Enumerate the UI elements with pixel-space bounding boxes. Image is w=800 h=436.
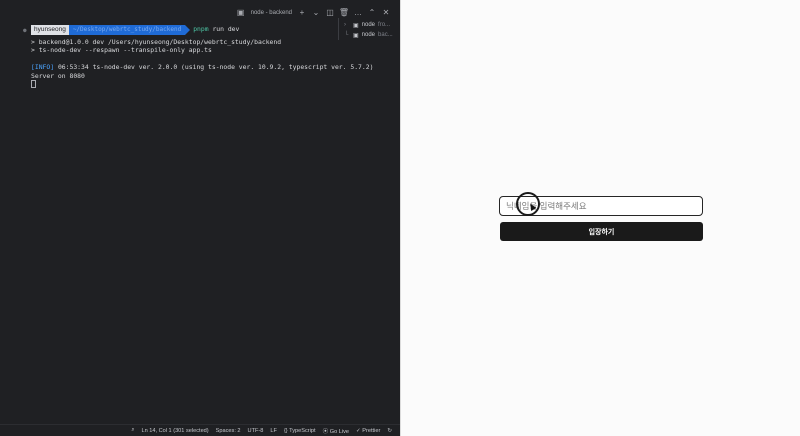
terminal-icon: ▣ bbox=[353, 32, 359, 39]
tab-suffix: fro... bbox=[378, 22, 391, 28]
go-live-button[interactable]: ⦿ Go Live bbox=[323, 427, 349, 435]
braces-icon: {} bbox=[283, 427, 288, 434]
terminal-tab-frontend[interactable]: › ▣ node fro... bbox=[344, 20, 396, 30]
terminal-icon: ▣ bbox=[353, 22, 359, 29]
chevron-down-icon[interactable]: ⌄ bbox=[312, 9, 320, 17]
command-decoration-icon: ● bbox=[23, 27, 27, 34]
close-icon[interactable]: ✕ bbox=[382, 9, 390, 17]
chevron-up-icon[interactable]: ⌃ bbox=[368, 9, 376, 17]
language-label: TypeScript bbox=[289, 427, 316, 434]
go-live-label: Go Live bbox=[329, 428, 350, 435]
terminal-panel: ▣ node - backend + ⌄ ◫ 🗑 … ⌃ ✕ › ▣ node … bbox=[0, 0, 400, 424]
cursor-position[interactable]: Ln 14, Col 1 (301 selected) bbox=[141, 428, 208, 434]
output-line-info: [INFO] 06:53:34 ts-node-dev ver. 2.0.0 (… bbox=[31, 63, 373, 72]
command-pm: pnpm bbox=[193, 25, 209, 34]
info-text: 06:53:34 ts-node-dev ver. 2.0.0 (using t… bbox=[54, 63, 374, 72]
browser-preview: 입장하기 bbox=[400, 0, 800, 436]
encoding[interactable]: UTF-8 bbox=[248, 428, 264, 434]
broadcast-icon: ⦿ bbox=[322, 428, 329, 435]
trash-icon[interactable]: 🗑 bbox=[339, 9, 349, 17]
terminal-tab-list: › ▣ node fro... └ ▣ node bac... bbox=[338, 18, 396, 40]
terminal-icon: ▣ bbox=[236, 8, 245, 17]
plus-icon[interactable]: + bbox=[298, 9, 306, 17]
terminal-tab-backend[interactable]: └ ▣ node bac... bbox=[344, 30, 396, 40]
zoom-icon[interactable]: ⌕ bbox=[131, 427, 134, 434]
notifications-icon[interactable]: ↻ bbox=[387, 428, 392, 434]
terminal-title: node - backend bbox=[250, 10, 292, 16]
prettier-label: Prettier bbox=[362, 427, 381, 434]
tabs-divider bbox=[338, 18, 339, 40]
command-text: pnpm run dev bbox=[193, 25, 239, 33]
cursor-line bbox=[31, 79, 331, 88]
info-tag: [INFO] bbox=[31, 63, 55, 72]
status-bar: ⌕ Ln 14, Col 1 (301 selected) Spaces: 2 … bbox=[0, 424, 400, 436]
prompt-line: ● hyunseong ~/Desktop/webrtc_study/backe… bbox=[23, 24, 331, 35]
check-icon: ✓ bbox=[356, 427, 361, 434]
language-mode[interactable]: {} TypeScript bbox=[284, 428, 316, 434]
indentation[interactable]: Spaces: 2 bbox=[216, 428, 241, 434]
ellipsis-icon[interactable]: … bbox=[354, 9, 362, 17]
branch-icon: └ bbox=[344, 32, 349, 38]
output-line: > ts-node-dev --respawn --transpile-only… bbox=[31, 46, 212, 55]
prompt-path: ~/Desktop/webrtc_study/backend bbox=[68, 24, 191, 35]
output-line-server: Server on 8080 bbox=[31, 71, 85, 80]
chevron-icon: › bbox=[344, 22, 346, 28]
terminal-output[interactable]: ● hyunseong ~/Desktop/webrtc_study/backe… bbox=[23, 24, 373, 88]
tab-suffix: bac... bbox=[378, 32, 393, 38]
command-args: run dev bbox=[212, 25, 240, 34]
prompt-user: hyunseong bbox=[31, 24, 69, 35]
prettier-button[interactable]: ✓ Prettier bbox=[356, 428, 380, 434]
tab-name: node bbox=[361, 22, 376, 28]
terminal-toolbar: ▣ node - backend + ⌄ ◫ 🗑 … ⌃ ✕ bbox=[237, 6, 390, 20]
line-ending[interactable]: LF bbox=[270, 428, 277, 434]
enter-button[interactable]: 입장하기 bbox=[500, 222, 703, 241]
terminal-cursor bbox=[31, 79, 36, 88]
tab-name: node bbox=[361, 32, 376, 38]
split-icon[interactable]: ◫ bbox=[326, 9, 334, 17]
output-line: > backend@1.0.0 dev /Users/hyunseong/Des… bbox=[31, 38, 282, 46]
